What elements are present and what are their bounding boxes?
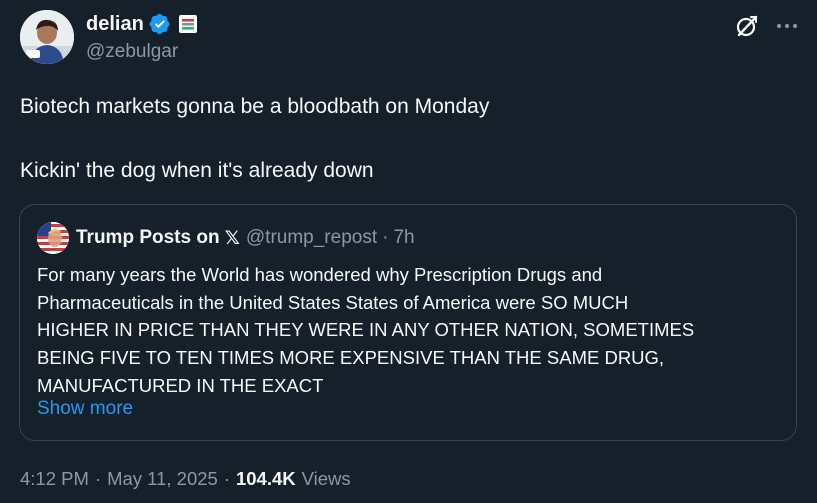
tweet-text: Biotech markets gonna be a bloodbath on … bbox=[20, 91, 790, 187]
tweet-time[interactable]: 4:12 PM bbox=[20, 468, 89, 490]
tweet-text-line: Kickin' the dog when it's already down bbox=[20, 159, 374, 182]
flag-badge-icon bbox=[176, 14, 198, 34]
meta-separator: · bbox=[94, 468, 102, 489]
quote-body-line: Pharmaceuticals in the United States Sta… bbox=[37, 291, 629, 313]
quote-body-line: MANUFACTURED IN THE EXACT bbox=[37, 374, 324, 396]
views-label: Views bbox=[301, 468, 351, 489]
quote-timestamp[interactable]: 7h bbox=[393, 227, 414, 249]
quote-body-line: For many years the World has wondered wh… bbox=[37, 264, 603, 285]
more-options-icon[interactable] bbox=[775, 16, 799, 36]
quote-author-avatar[interactable] bbox=[37, 222, 69, 254]
quote-body-line: BEING FIVE TO TEN TIMES MORE EXPENSIVE T… bbox=[37, 347, 665, 369]
author-name-row: delian bbox=[86, 12, 198, 36]
quote-separator: · bbox=[382, 227, 389, 248]
author-avatar[interactable] bbox=[20, 10, 74, 64]
quote-tweet-card[interactable]: Trump Posts on 𝕏 @trump_repost · 7h For … bbox=[19, 204, 797, 441]
author-handle[interactable]: @zebulgar bbox=[86, 41, 178, 63]
grok-icon[interactable] bbox=[735, 14, 759, 38]
meta-separator: · bbox=[223, 468, 230, 489]
tweet-card: delian @zebulgar Biotech markets gonna b… bbox=[0, 0, 817, 503]
quote-body: For many years the World has wondered wh… bbox=[37, 261, 782, 400]
tweet-date[interactable]: May 11, 2025 bbox=[107, 468, 218, 490]
verified-badge-icon bbox=[149, 13, 171, 35]
show-more-link[interactable]: Show more bbox=[37, 398, 133, 420]
tweet-text-line: Biotech markets gonna be a bloodbath on … bbox=[20, 95, 490, 118]
tweet-meta: 4:12 PM · May 11, 2025 · 104.4K Views bbox=[20, 468, 351, 490]
views-count[interactable]: 104.4K bbox=[236, 468, 296, 490]
author-display-name[interactable]: delian bbox=[86, 13, 144, 36]
quote-body-line: HIGHER IN PRICE THAN THEY WERE IN ANY OT… bbox=[37, 319, 695, 341]
quote-author-name[interactable]: Trump Posts on bbox=[76, 227, 220, 249]
quote-header: Trump Posts on 𝕏 @trump_repost · 7h bbox=[37, 222, 415, 254]
x-logo-icon: 𝕏 bbox=[224, 227, 240, 249]
quote-author-handle[interactable]: @trump_repost bbox=[246, 227, 377, 249]
